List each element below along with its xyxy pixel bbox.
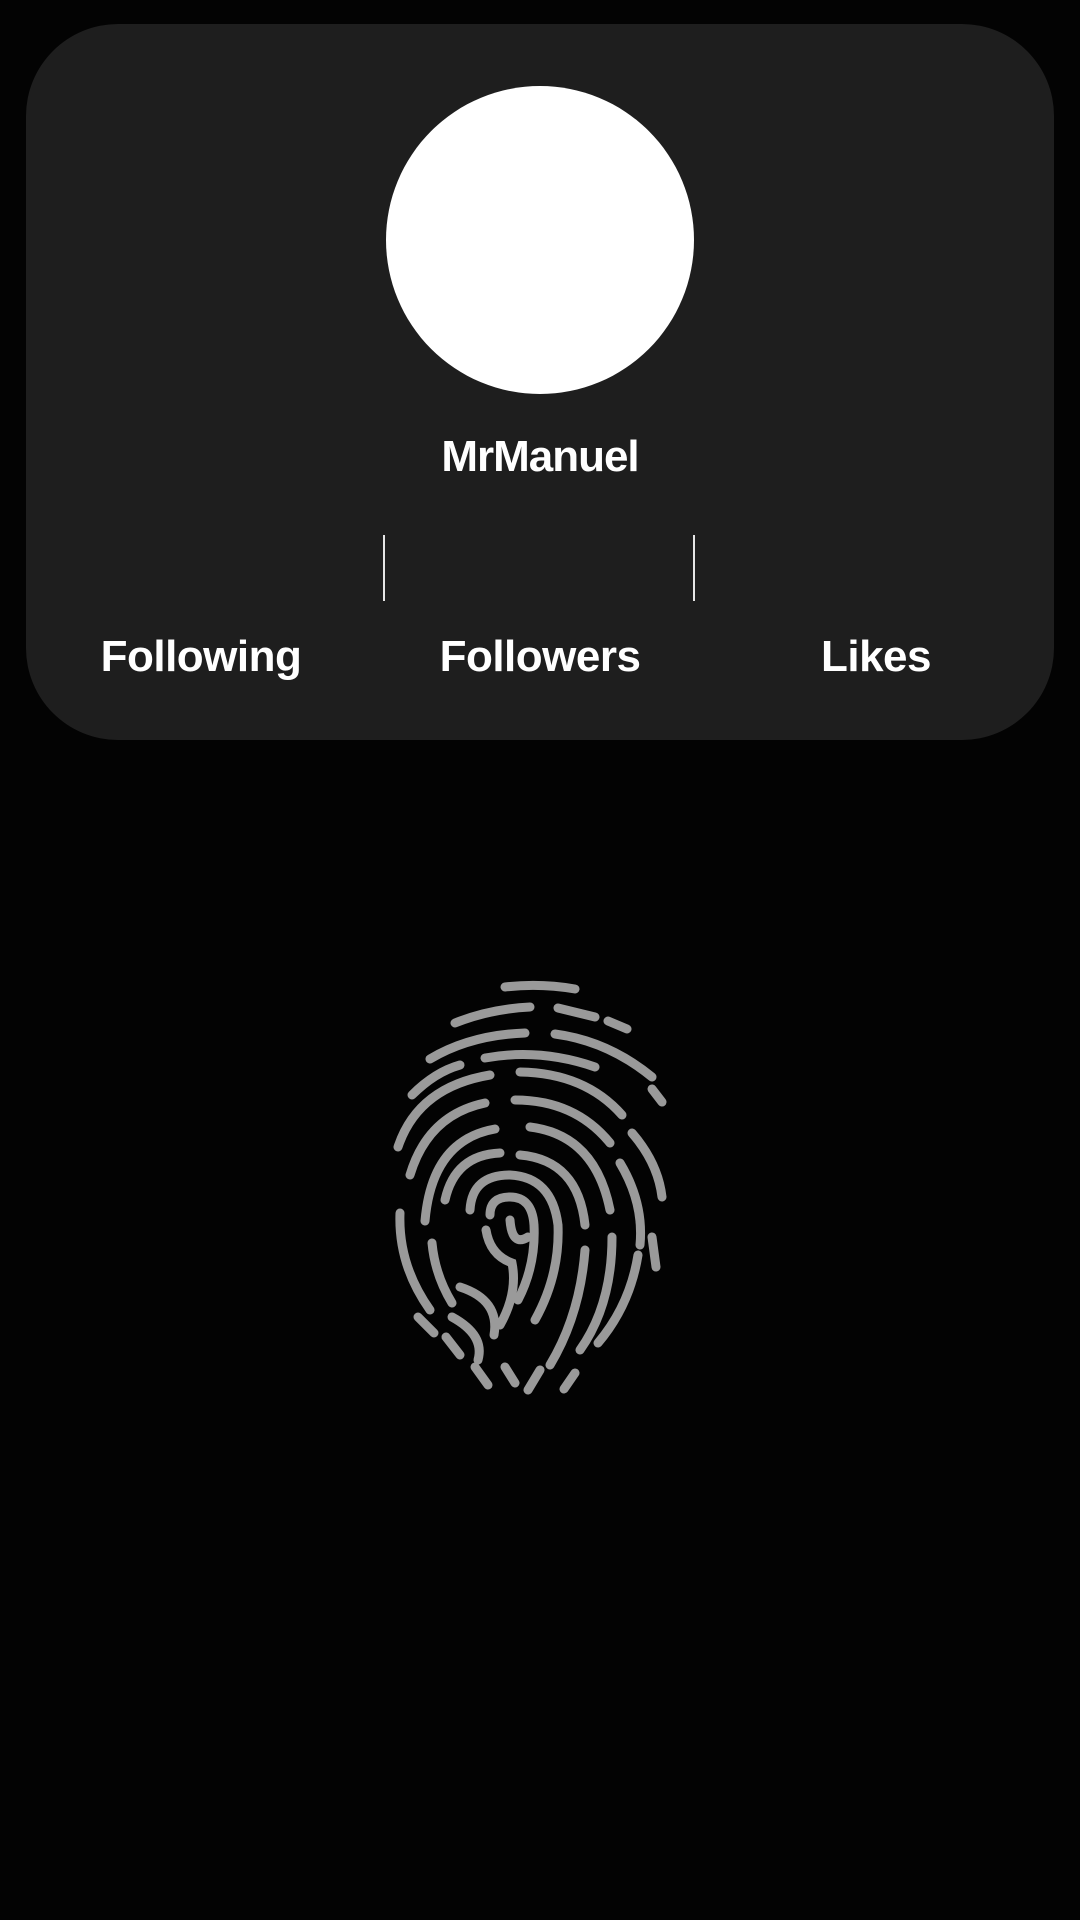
- stats-divider: [693, 535, 695, 601]
- app-screen: MrManuel Following Followers Likes: [0, 0, 1080, 1920]
- username: MrManuel: [441, 432, 639, 481]
- followers-stat[interactable]: Followers: [370, 632, 710, 682]
- fingerprint-button[interactable]: [390, 975, 690, 1395]
- avatar[interactable]: [386, 86, 694, 394]
- following-stat[interactable]: Following: [31, 632, 371, 682]
- fingerprint-icon: [393, 980, 667, 1395]
- stats-divider: [383, 535, 385, 601]
- likes-stat[interactable]: Likes: [706, 632, 1046, 682]
- profile-card: MrManuel Following Followers Likes: [26, 24, 1054, 740]
